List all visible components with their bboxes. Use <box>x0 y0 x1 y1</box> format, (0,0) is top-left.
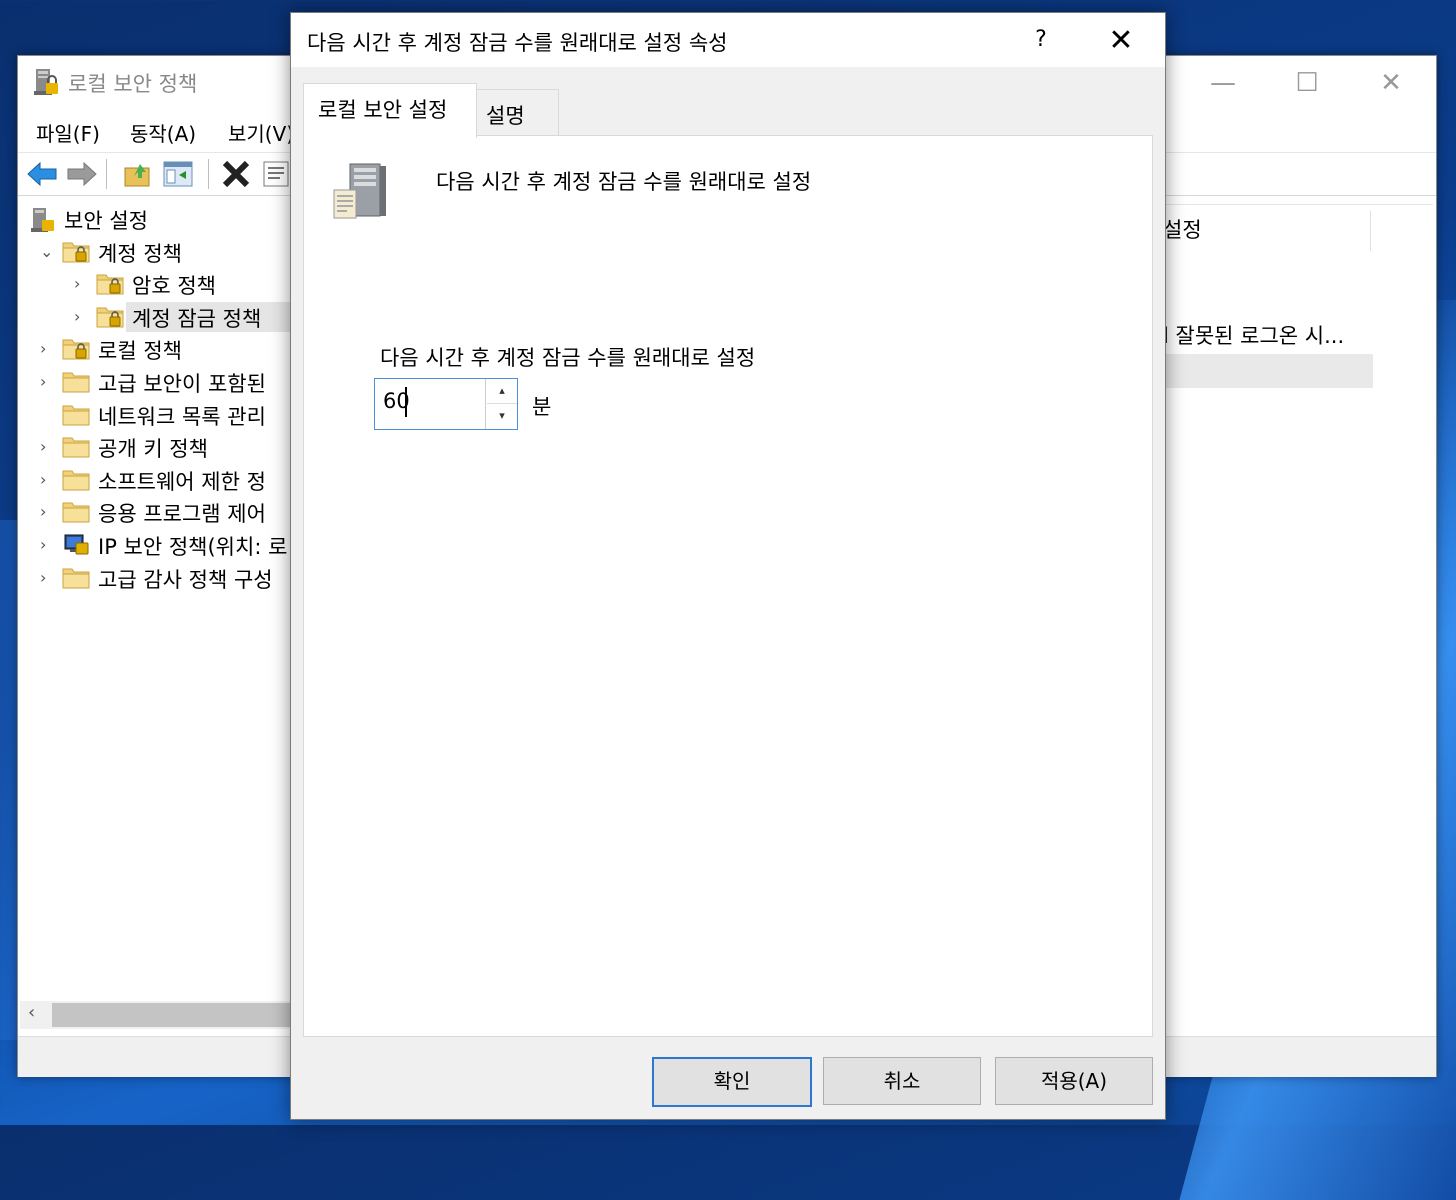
security-settings-icon <box>30 206 58 232</box>
tree-item[interactable]: 네트워크 목록 관리 <box>20 400 320 430</box>
scrollbar-thumb[interactable] <box>52 1003 312 1027</box>
folder-icon <box>62 467 90 491</box>
chevron-right-icon[interactable]: › <box>40 432 56 462</box>
window-title: 로컬 보안 정책 <box>68 72 198 96</box>
folder-icon <box>62 402 90 426</box>
folder-icon <box>62 499 90 523</box>
tree-item[interactable]: › IP 보안 정책(위치: 로 <box>20 530 320 560</box>
spin-buttons: ▴ ▾ <box>485 379 518 429</box>
menu-file[interactable]: 파일(F) <box>36 118 100 147</box>
chevron-right-icon[interactable]: › <box>74 269 90 299</box>
up-folder-icon[interactable] <box>122 158 154 190</box>
horizontal-scrollbar[interactable]: ‹ <box>20 1001 312 1029</box>
forward-arrow-icon[interactable] <box>66 158 98 190</box>
tree-item-label: 계정 정책 <box>98 241 182 266</box>
chevron-right-icon[interactable]: › <box>40 465 56 495</box>
dialog-close-button[interactable]: ✕ <box>1101 21 1141 61</box>
tree-item[interactable]: › 고급 감사 정책 구성 <box>20 563 320 593</box>
tree-item[interactable]: › 고급 보안이 포함된 <box>20 367 320 397</box>
ip-security-icon <box>62 532 90 556</box>
toolbar-separator <box>208 159 209 189</box>
minimize-button[interactable]: — <box>1200 60 1246 106</box>
chevron-right-icon[interactable]: › <box>40 497 56 527</box>
tree-item-label: 암호 정책 <box>132 274 216 299</box>
tree-item[interactable]: ⌄ 계정 정책 <box>20 237 320 267</box>
tree-item-label: 계정 잠금 정책 <box>132 306 262 331</box>
close-button[interactable]: ✕ <box>1368 60 1414 106</box>
policy-row[interactable]: l 잘못된 로그온 시... <box>1163 320 1344 350</box>
tree-item[interactable]: › 응용 프로그램 제어 <box>20 497 320 527</box>
policy-heading: 다음 시간 후 계정 잠금 수를 원래대로 설정 <box>436 170 812 194</box>
tree-item[interactable]: › 공개 키 정책 <box>20 432 320 462</box>
cancel-button[interactable]: 취소 <box>823 1057 981 1105</box>
menu-view[interactable]: 보기(V) <box>228 118 294 147</box>
locked-folder-icon <box>96 304 124 328</box>
chevron-right-icon[interactable]: › <box>74 302 90 332</box>
column-divider <box>1370 211 1371 251</box>
tree-item-label: 소프트웨어 제한 정 <box>98 469 266 494</box>
ok-button[interactable]: 확인 <box>652 1057 812 1107</box>
back-arrow-icon[interactable] <box>26 158 58 190</box>
tree-item-label: 로컬 정책 <box>98 339 182 364</box>
chevron-right-icon[interactable]: › <box>40 530 56 560</box>
tree-item-label: 응용 프로그램 제어 <box>98 502 266 527</box>
tab-panel: 다음 시간 후 계정 잠금 수를 원래대로 설정 다음 시간 후 계정 잠금 수… <box>303 135 1153 1037</box>
locked-folder-icon <box>62 336 90 360</box>
menu-action[interactable]: 동작(A) <box>130 118 196 147</box>
dialog-titlebar: 다음 시간 후 계정 잠금 수를 원래대로 설정 속성 ? ✕ <box>291 13 1165 67</box>
folder-icon <box>62 369 90 393</box>
policy-properties-dialog: 다음 시간 후 계정 잠금 수를 원래대로 설정 속성 ? ✕ 로컬 보안 설정… <box>290 12 1166 1120</box>
tree-item-label: 네트워크 목록 관리 <box>98 404 266 429</box>
maximize-button[interactable]: ☐ <box>1284 60 1330 106</box>
scroll-left-icon[interactable]: ‹ <box>28 1002 35 1023</box>
folder-icon <box>62 434 90 458</box>
server-icon <box>333 163 386 219</box>
tree-item[interactable]: › 로컬 정책 <box>20 334 320 364</box>
locked-folder-icon <box>62 239 90 263</box>
tree-item-label: IP 보안 정책(위치: 로 <box>98 535 288 559</box>
apply-button[interactable]: 적용(A) <box>995 1057 1153 1105</box>
tree-item-label: 고급 감사 정책 구성 <box>98 567 273 592</box>
tree-item[interactable]: › 암호 정책 <box>20 269 320 299</box>
tree-item-label: 고급 보안이 포함된 <box>98 372 266 396</box>
chevron-down-icon[interactable]: ⌄ <box>40 237 56 267</box>
tab-explain[interactable]: 설명 <box>475 89 559 136</box>
column-header-setting[interactable]: 설정 <box>1163 214 1202 244</box>
minutes-spinbox[interactable]: 60 ▴ ▾ <box>374 378 518 430</box>
policy-row-selected[interactable] <box>1163 354 1373 388</box>
tree-item-label: 공개 키 정책 <box>98 437 208 462</box>
locked-folder-icon <box>96 271 124 295</box>
tree-item-label: 보안 설정 <box>64 209 148 233</box>
spin-down-button[interactable]: ▾ <box>487 404 517 428</box>
security-policy-app-icon <box>34 69 58 95</box>
tab-label: 설명 <box>486 104 525 128</box>
unit-label: 분 <box>532 395 552 419</box>
delete-icon[interactable] <box>220 158 252 190</box>
spin-up-button[interactable]: ▴ <box>487 379 517 404</box>
tab-local-security-setting[interactable]: 로컬 보안 설정 <box>303 83 477 138</box>
properties-icon[interactable] <box>260 158 292 190</box>
show-hide-tree-icon[interactable] <box>162 158 194 190</box>
dialog-title: 다음 시간 후 계정 잠금 수를 원래대로 설정 속성 <box>307 31 728 55</box>
chevron-right-icon[interactable]: › <box>40 563 56 593</box>
tree-item[interactable]: 보안 설정 <box>20 204 320 234</box>
folder-icon <box>62 565 90 589</box>
help-button[interactable]: ? <box>1026 23 1056 57</box>
text-caret <box>405 387 407 417</box>
chevron-right-icon[interactable]: › <box>40 367 56 397</box>
toolbar-separator <box>106 159 107 189</box>
tree-item[interactable]: › 소프트웨어 제한 정 <box>20 465 320 495</box>
tab-label: 로컬 보안 설정 <box>318 98 448 122</box>
chevron-right-icon[interactable]: › <box>40 334 56 364</box>
console-tree: 보안 설정 ⌄ 계정 정책 › 암호 정책 › 계정 잠금 정책 › 로컬 정책 › 고급 보안이 … <box>20 204 320 1004</box>
field-label: 다음 시간 후 계정 잠금 수를 원래대로 설정 <box>380 346 756 370</box>
